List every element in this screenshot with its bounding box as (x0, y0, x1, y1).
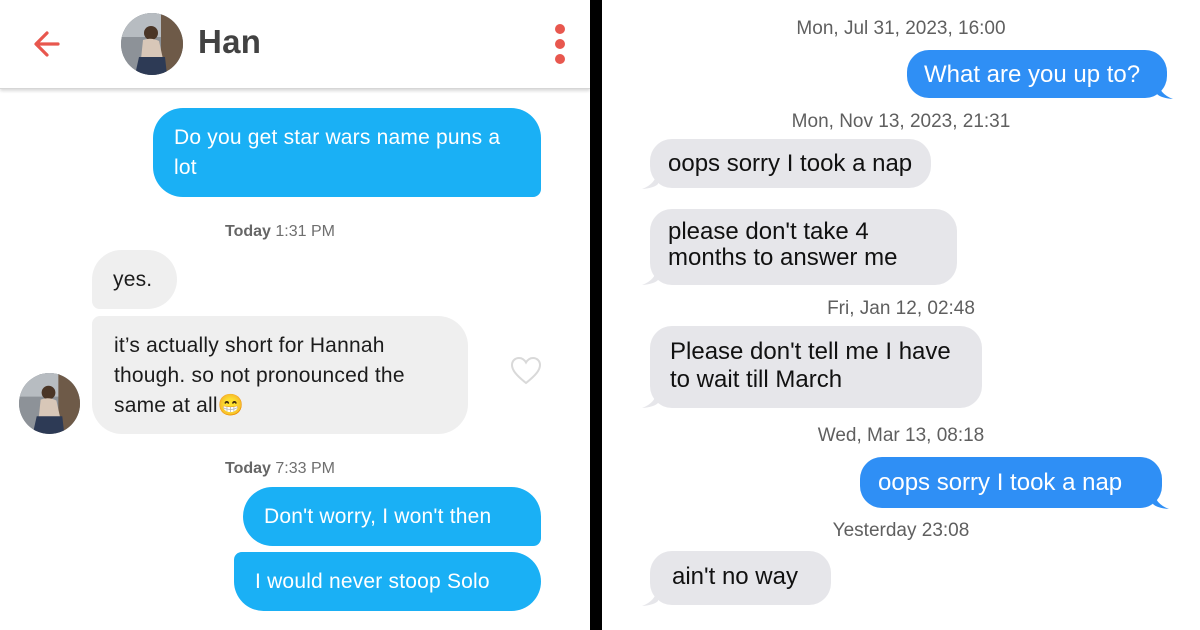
message-text: What are you up to? (924, 61, 1141, 88)
incoming-message[interactable]: yes. (92, 250, 177, 309)
contact-avatar[interactable] (121, 13, 183, 75)
message-text: please don't take 4 months to answer me (668, 218, 898, 271)
outgoing-message[interactable]: Do you get star wars name puns a lot (153, 108, 541, 197)
bubble-tail (1153, 490, 1169, 509)
message-text: oops sorry I took a nap (878, 469, 1123, 496)
message-text: it’s actually short for Hannah though. s… (114, 334, 405, 417)
message-text: Do you get star wars name puns a lot (174, 126, 501, 179)
timestamp: Mon, Jul 31, 2023, 16:00 (796, 18, 1006, 39)
message-text: I would never stoop Solo (255, 570, 490, 593)
incoming-message[interactable]: please don't take 4 months to answer me (650, 209, 957, 285)
outgoing-message[interactable]: I would never stoop Solo (234, 552, 541, 611)
message-text: Please don't tell me I have to wait till… (670, 338, 951, 393)
timestamp: Today 7:33 PM (180, 460, 380, 478)
incoming-message[interactable]: oops sorry I took a nap (650, 139, 931, 188)
message-text: ain't no way (672, 563, 798, 590)
more-options-icon[interactable] (552, 22, 568, 66)
outgoing-message[interactable]: oops sorry I took a nap (860, 457, 1162, 508)
bubble-tail (642, 389, 658, 408)
imessage-chat-panel: Mon, Jul 31, 2023, 16:00 What are you up… (602, 0, 1200, 630)
contact-name: Han (198, 23, 262, 60)
timestamp-time: 1:31 PM (275, 223, 335, 240)
incoming-message[interactable]: Please don't tell me I have to wait till… (650, 326, 982, 408)
chat-header: Han (0, 0, 590, 89)
timestamp: Yesterday 23:08 (832, 520, 970, 541)
incoming-message[interactable]: ain't no way (650, 551, 831, 605)
incoming-message[interactable]: it’s actually short for Hannah though. s… (92, 316, 468, 434)
back-arrow-icon[interactable] (28, 24, 68, 64)
timestamp-day: Today (225, 223, 271, 240)
bubble-tail (1157, 80, 1173, 99)
timestamp: Mon, Nov 13, 2023, 21:31 (791, 111, 1011, 132)
message-text: Don't worry, I won't then (264, 505, 492, 528)
contact-avatar[interactable] (19, 373, 80, 434)
heart-icon[interactable] (510, 356, 542, 386)
message-text: yes. (113, 268, 153, 291)
bubble-tail (642, 170, 658, 189)
timestamp-day: Today (225, 460, 271, 477)
timestamp: Today 1:31 PM (180, 223, 380, 241)
timestamp-time: 7:33 PM (275, 460, 335, 477)
message-text: oops sorry I took a nap (668, 150, 913, 177)
outgoing-message[interactable]: What are you up to? (907, 50, 1167, 98)
timestamp: Fri, Jan 12, 02:48 (827, 298, 975, 319)
bubble-tail (642, 587, 658, 606)
panel-divider (590, 0, 602, 630)
timestamp: Wed, Mar 13, 08:18 (817, 425, 985, 446)
bubble-tail (642, 266, 658, 285)
tinder-chat-panel: Han Do you get star wars name puns a lot… (0, 0, 590, 630)
outgoing-message[interactable]: Don't worry, I won't then (243, 487, 541, 546)
